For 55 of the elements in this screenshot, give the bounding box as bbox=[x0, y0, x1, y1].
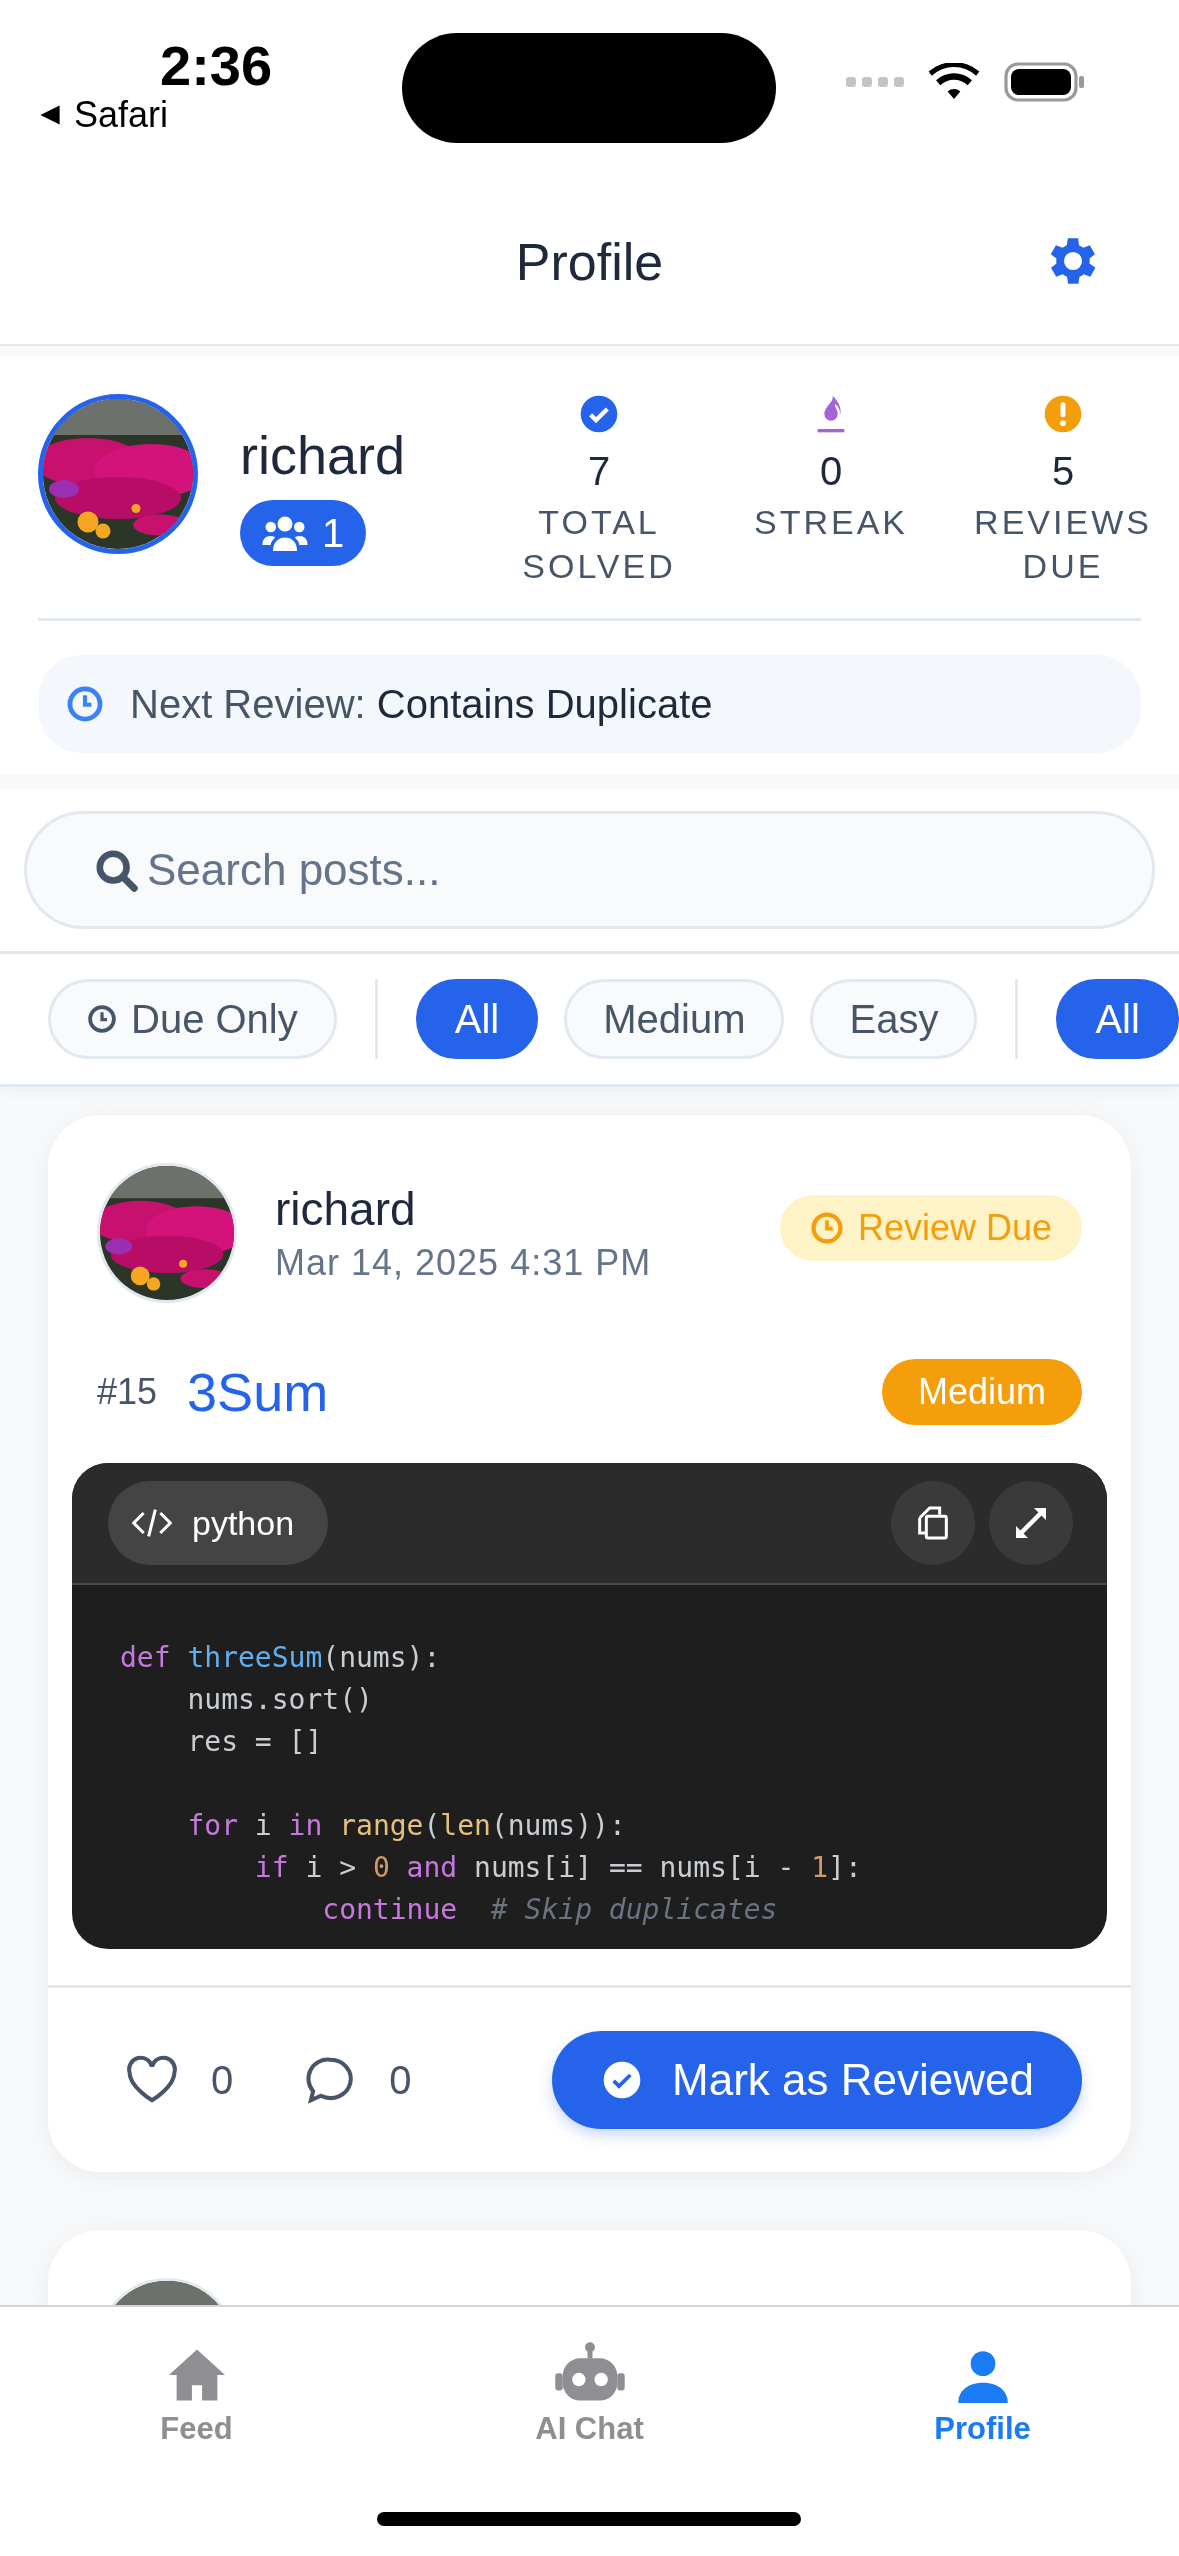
filter-chip[interactable]: All bbox=[415, 979, 539, 1059]
code-line: nums.sort() bbox=[186, 1682, 373, 1718]
next-review-text: Next Review: Contains Duplicate bbox=[130, 681, 713, 727]
difficulty-badge: Medium bbox=[881, 1359, 1082, 1425]
stat-value: 5 bbox=[1051, 448, 1075, 495]
person-icon bbox=[955, 2349, 1010, 2403]
page-title: Profile bbox=[515, 232, 664, 292]
post-date: Mar 14, 2025 4:31 PM bbox=[275, 1242, 653, 1284]
author-name: richard bbox=[275, 1182, 417, 1236]
filter-chip[interactable]: Medium bbox=[564, 979, 785, 1059]
filter-chip[interactable]: Due Only bbox=[48, 979, 337, 1059]
clock-icon bbox=[66, 685, 104, 723]
tab[interactable]: Feed bbox=[0, 2337, 393, 2447]
search-field[interactable]: Search posts... bbox=[24, 811, 1155, 929]
back-icon[interactable] bbox=[38, 103, 62, 127]
battery-icon bbox=[1004, 62, 1086, 102]
stat-label: TOTAL SOLVED bbox=[521, 502, 677, 587]
clock-icon bbox=[87, 1004, 117, 1034]
filter-chip[interactable]: Easy bbox=[810, 979, 978, 1059]
stat-value: 0 bbox=[819, 448, 843, 495]
check-circle-icon bbox=[579, 394, 619, 434]
expand-icon bbox=[1013, 1505, 1049, 1541]
alert-circle-icon bbox=[1043, 394, 1083, 434]
clock-icon bbox=[809, 1211, 844, 1245]
code-icon bbox=[132, 1508, 172, 1538]
tab[interactable]: Profile bbox=[786, 2337, 1179, 2447]
wifi-icon bbox=[928, 63, 980, 101]
status-time: 2:36 bbox=[160, 38, 274, 94]
language-tag: python bbox=[108, 1481, 329, 1565]
check-circle-icon bbox=[602, 2060, 643, 2100]
problem-title[interactable]: 3Sum bbox=[187, 1361, 882, 1423]
stat-label: STREAK bbox=[752, 502, 909, 543]
followers-badge[interactable]: 1 bbox=[240, 500, 367, 566]
comment-count: 0 bbox=[389, 2057, 412, 2103]
mark-reviewed-button[interactable]: Mark as Reviewed bbox=[552, 2031, 1082, 2129]
stat-value: 7 bbox=[587, 448, 611, 495]
like-count: 0 bbox=[211, 2057, 234, 2103]
code-line: if i > 0 and nums[i] == nums[i - 1]: bbox=[253, 1850, 862, 1886]
search-icon bbox=[94, 848, 140, 894]
stat-label: REVIEWS DUE bbox=[973, 502, 1153, 587]
people-icon bbox=[262, 515, 308, 551]
code-line: res = [] bbox=[186, 1724, 323, 1760]
code-line: def threeSum(nums): bbox=[120, 1640, 441, 1676]
code-line: continue # Skip duplicates bbox=[321, 1892, 778, 1928]
back-link[interactable]: Safari bbox=[74, 94, 169, 136]
tab[interactable]: AI Chat bbox=[393, 2337, 786, 2447]
next-review-banner[interactable]: Next Review: Contains Duplicate bbox=[38, 655, 1141, 753]
username: richard bbox=[240, 424, 406, 486]
heart-icon[interactable] bbox=[125, 2055, 179, 2105]
filter-chip[interactable]: All bbox=[1056, 979, 1179, 1059]
signal-icon bbox=[846, 75, 904, 89]
code-line: for i in range(len(nums)): bbox=[186, 1808, 626, 1844]
robot-icon bbox=[554, 2341, 625, 2403]
problem-number: #15 bbox=[97, 1371, 158, 1413]
status-badge: Review Due bbox=[779, 1195, 1082, 1261]
